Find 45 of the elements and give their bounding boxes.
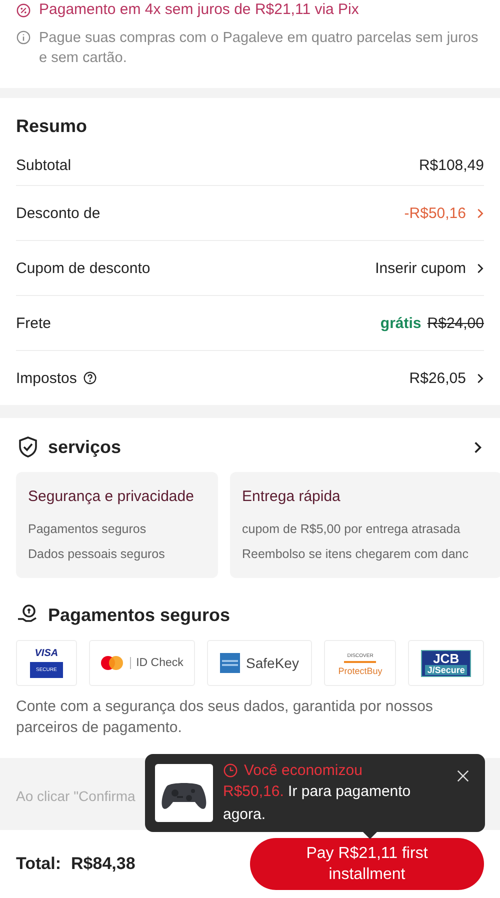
free-shipping-text: grátis [380, 314, 422, 332]
row-value: -R$50,16 [404, 204, 466, 222]
security-note: Conte com a segurança dos seus dados, garantida por nossos parceiros de pagamento. [16, 697, 434, 738]
info-text: Pague suas compras com o Pagaleve em quatro parcelas sem juros e sem cartão. [39, 29, 480, 68]
tooltip-title: Você economizou [244, 762, 362, 779]
row-label: Frete [16, 314, 52, 332]
payments-title: Pagamentos seguros [48, 604, 232, 626]
row-value: R$26,05 [409, 370, 466, 386]
disclaimer-text: Ao clicar "Confirma [16, 788, 136, 804]
circles-icon [100, 655, 124, 671]
row-value: Inserir cupom [375, 260, 466, 276]
summary-title: Resumo [16, 116, 88, 137]
service-line: cupom de R$5,00 por entrega atrasada [242, 521, 462, 538]
old-price: R$24,00 [427, 314, 484, 332]
shield-icon [16, 435, 40, 459]
tooltip-message: R$50,16. Ir para pagamento agora. [223, 782, 412, 825]
service-title: Segurança e privacidade [28, 488, 195, 505]
chevron-icon[interactable] [476, 262, 484, 274]
total-label: Total: [16, 854, 62, 874]
chevron-icon[interactable] [473, 440, 482, 454]
safekey-text: SafeKey [246, 655, 299, 671]
row-label: Impostos [16, 370, 77, 386]
card-icon [220, 653, 240, 673]
total-value: R$84,38 [71, 854, 136, 874]
pay-button[interactable]: Pay R$21,11 first installment [250, 838, 484, 890]
row-value: R$108,49 [418, 156, 484, 174]
row-label: Subtotal [16, 156, 72, 174]
promo-text: Pagamento em 4x sem juros de R$21,11 via Pix [39, 1, 359, 18]
row-label: Cupom de desconto [16, 260, 150, 276]
id-check-text: ID Check [130, 657, 184, 669]
close-icon[interactable] [457, 770, 469, 782]
help-icon[interactable] [82, 371, 97, 385]
visa-text: VISA [34, 648, 58, 659]
row-label: Desconto de [16, 204, 100, 222]
clock-icon [223, 763, 238, 778]
service-line: Dados pessoais seguros [28, 546, 166, 563]
service-title: Entrega rápida [242, 488, 342, 505]
jcb-logo: JCB J/Secure [421, 650, 471, 676]
service-line: Pagamentos seguros [28, 521, 148, 538]
info-icon [16, 30, 31, 45]
service-line: Reembolso se itens chegarem com danc [242, 546, 470, 563]
chevron-icon[interactable] [476, 372, 484, 384]
protectbuy-text: ProtectBuy [338, 666, 382, 676]
discount-icon [16, 3, 31, 18]
services-title: serviços [48, 436, 122, 458]
